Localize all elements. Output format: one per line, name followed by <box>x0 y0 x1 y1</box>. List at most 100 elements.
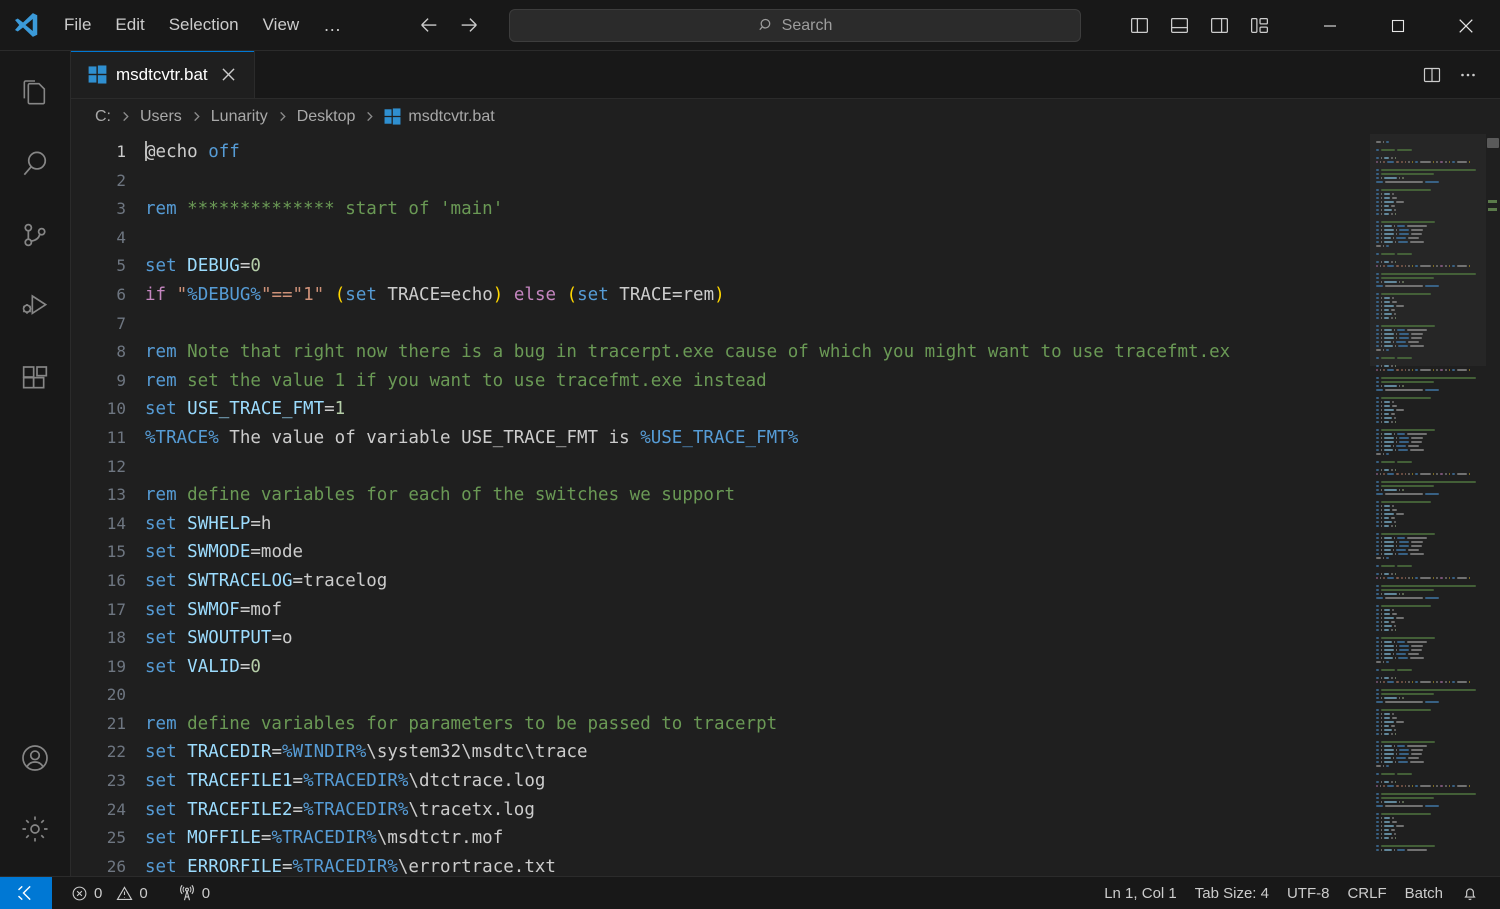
minimap-token <box>1411 369 1414 371</box>
gear-icon[interactable] <box>0 793 71 864</box>
code-line[interactable]: rem Note that right now there is a bug i… <box>143 338 1370 367</box>
search-input[interactable]: Search <box>509 9 1081 42</box>
tab-msdtcvtr-bat[interactable]: msdtcvtr.bat <box>71 51 255 98</box>
code-line[interactable]: rem define variables for parameters to b… <box>143 710 1370 739</box>
breadcrumb-item-4[interactable]: msdtcvtr.bat <box>382 108 496 126</box>
code-line[interactable]: set DEBUG=0 <box>143 252 1370 281</box>
status-language-mode[interactable]: Batch <box>1396 877 1452 909</box>
code-line[interactable] <box>143 681 1370 710</box>
remote-indicator-icon[interactable] <box>0 876 52 909</box>
code-line[interactable]: %TRACE% The value of variable USE_TRACE_… <box>143 424 1370 453</box>
breadcrumb-item-2[interactable]: Lunarity <box>209 108 270 126</box>
breadcrumb-item-0[interactable]: C: <box>93 108 113 126</box>
ellipsis-icon[interactable] <box>1454 61 1482 89</box>
code-line[interactable]: set TRACEFILE1=%TRACEDIR%\dtctrace.log <box>143 767 1370 796</box>
code-line[interactable]: set TRACEFILE2=%TRACEDIR%\tracetx.log <box>143 796 1370 825</box>
status-editor-position[interactable]: Ln 1, Col 1 <box>1095 877 1186 909</box>
sidebar-item-run-and-debug[interactable] <box>0 270 71 341</box>
customize-layout-icon[interactable] <box>1244 11 1274 41</box>
scrollbar-thumb[interactable] <box>1487 138 1499 148</box>
breadcrumb-item-3[interactable]: Desktop <box>295 108 358 126</box>
minimap-token <box>1392 713 1394 715</box>
sidebar-item-search[interactable] <box>0 128 71 199</box>
status-problems[interactable]: 0 0 <box>62 877 157 909</box>
code-line[interactable]: rem set the value 1 if you want to use t… <box>143 367 1370 396</box>
editor-scrollbar[interactable] <box>1486 134 1500 876</box>
split-editor-icon[interactable] <box>1418 61 1446 89</box>
minimap-token <box>1376 773 1379 775</box>
toggle-secondary-sidebar-icon[interactable] <box>1204 11 1234 41</box>
code-line[interactable]: if "%DEBUG%"=="1" (set TRACE=echo) else … <box>143 281 1370 310</box>
minimize-button[interactable] <box>1296 0 1364 51</box>
arrow-left-icon[interactable] <box>416 12 442 38</box>
code-line[interactable]: set SWMOF=mof <box>143 596 1370 625</box>
minimap-token <box>1376 709 1379 711</box>
minimap-token <box>1376 389 1383 391</box>
minimap-token <box>1380 173 1435 175</box>
code-line[interactable] <box>143 310 1370 339</box>
bell-icon[interactable] <box>1452 877 1488 909</box>
code-viewport[interactable]: 1 2 3 4 5 6 7 8 9 10 11 12 13 14 15 16 17 18 19 20 21 22 23 24 2… <box>71 134 1370 876</box>
code-content[interactable]: @echo off rem ************** start of 'ma… <box>143 134 1370 876</box>
code-token: ERRORFILE <box>187 856 282 876</box>
minimap-token <box>1408 473 1410 475</box>
code-line[interactable]: set SWHELP=h <box>143 510 1370 539</box>
status-bar: 0 0 0 Ln 1, Col 1 Tab Size: 4 UTF-8 CRLF… <box>0 876 1500 909</box>
minimap-token <box>1407 653 1420 655</box>
close-icon[interactable] <box>217 63 241 87</box>
status-indentation[interactable]: Tab Size: 4 <box>1186 877 1278 909</box>
menu-view[interactable]: View <box>251 10 312 40</box>
status-ports[interactable]: 0 <box>169 877 219 909</box>
code-line[interactable]: set MOFFILE=%TRACEDIR%\msdtctr.mof <box>143 824 1370 853</box>
minimap-token <box>1394 677 1397 679</box>
code-line[interactable]: set SWOUTPUT=o <box>143 624 1370 653</box>
code-line[interactable]: set ERRORFILE=%TRACEDIR%\errortrace.txt <box>143 853 1370 876</box>
minimap-token <box>1468 785 1471 787</box>
breadcrumb-item-1[interactable]: Users <box>138 108 184 126</box>
code-line[interactable]: set USE_TRACE_FMT=1 <box>143 395 1370 424</box>
code-line[interactable]: set SWTRACELOG=tracelog <box>143 567 1370 596</box>
sidebar-item-explorer[interactable] <box>0 57 71 128</box>
minimap-token <box>1380 709 1432 711</box>
code-line[interactable] <box>143 453 1370 482</box>
minimap[interactable] <box>1370 134 1486 876</box>
code-token: off <box>208 142 240 162</box>
minimap-token <box>1380 733 1383 735</box>
minimap-token <box>1376 597 1383 599</box>
sidebar-item-source-control[interactable] <box>0 199 71 270</box>
code-line[interactable]: rem define variables for each of the swi… <box>143 481 1370 510</box>
code-line[interactable] <box>143 167 1370 196</box>
code-line[interactable]: set TRACEDIR=%WINDIR%\system32\msdtc\tra… <box>143 738 1370 767</box>
code-line[interactable]: @echo off <box>143 138 1370 167</box>
status-eol[interactable]: CRLF <box>1338 877 1395 909</box>
minimap-token <box>1395 369 1400 371</box>
code-line[interactable]: set SWMODE=mode <box>143 538 1370 567</box>
menu-overflow[interactable]: … <box>311 14 354 36</box>
menu-edit[interactable]: Edit <box>103 10 156 40</box>
maximize-button[interactable] <box>1364 0 1432 51</box>
code-line[interactable]: rem ************** start of 'main' <box>143 195 1370 224</box>
minimap-token <box>1383 369 1385 371</box>
code-line[interactable] <box>143 224 1370 253</box>
toggle-primary-sidebar-icon[interactable] <box>1124 11 1154 41</box>
sidebar-item-extensions[interactable] <box>0 341 71 412</box>
code-token: %DEBUG% <box>187 284 261 305</box>
command-center[interactable]: Search <box>509 9 1081 42</box>
code-line[interactable]: set VALID=0 <box>143 653 1370 682</box>
menu-selection[interactable]: Selection <box>157 10 251 40</box>
code-token: rem <box>145 342 177 363</box>
close-button[interactable] <box>1432 0 1500 51</box>
account-icon[interactable] <box>0 722 71 793</box>
minimap-token <box>1376 325 1379 327</box>
minimap-token <box>1397 641 1406 643</box>
minimap-token <box>1384 597 1423 599</box>
arrow-right-icon[interactable] <box>456 12 482 38</box>
minimap-token <box>1394 449 1397 451</box>
status-encoding[interactable]: UTF-8 <box>1278 877 1339 909</box>
minimap-token <box>1384 201 1394 203</box>
menu-file[interactable]: File <box>52 10 103 40</box>
minimap-token <box>1380 409 1383 411</box>
minimap-token <box>1376 649 1379 651</box>
minimap-token <box>1395 409 1405 411</box>
toggle-panel-icon[interactable] <box>1164 11 1194 41</box>
